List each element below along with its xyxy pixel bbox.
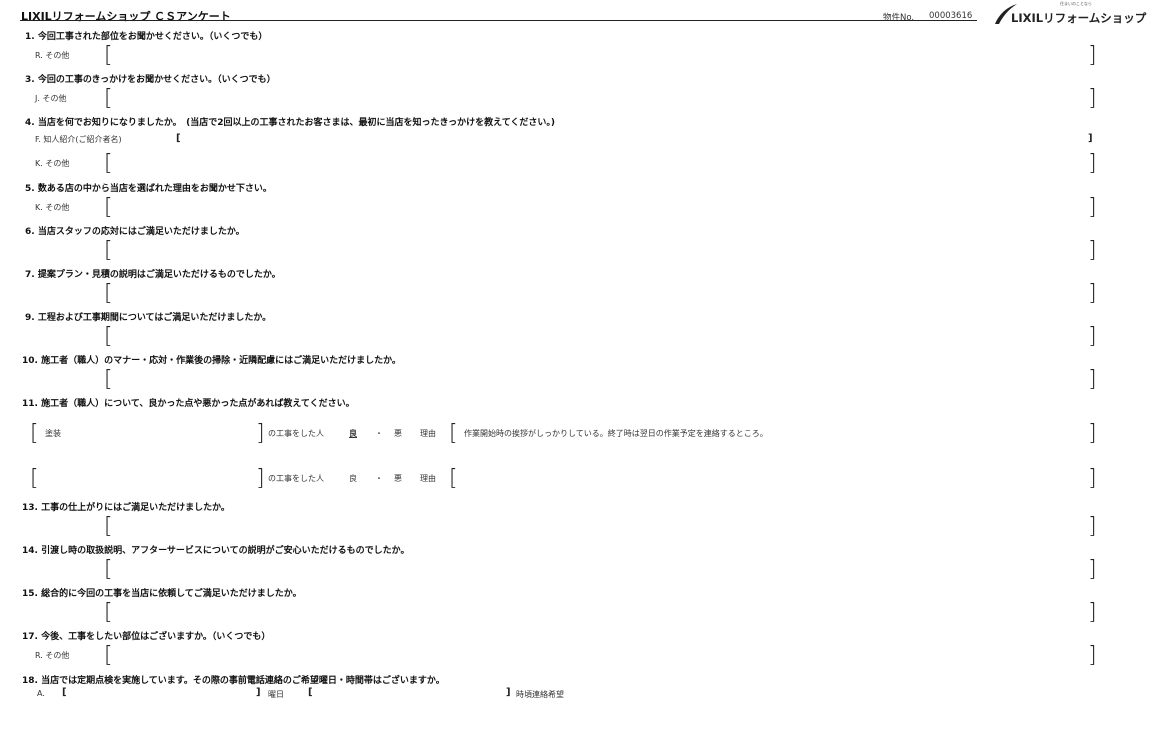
question-7: 7. 提案プラン・見積の説明はご満足いただけるものでしたか。: [25, 270, 281, 280]
bracket-close-small: ]: [1088, 133, 1093, 144]
rating-good-selected: 良: [349, 429, 357, 438]
question-5: 5. 数ある店の中から当店を選ばれた理由をお聞かせ下さい。: [25, 184, 272, 194]
separator-dot: ・: [375, 474, 383, 483]
bracket-open: [: [104, 600, 113, 625]
rating-good: 良: [349, 474, 357, 483]
question-6: 6. 当店スタッフの応対にはご満足いただけましたか。: [25, 227, 245, 237]
bracket-open: [: [104, 43, 113, 68]
bracket-open: [: [30, 466, 39, 491]
bracket-open: [: [30, 421, 39, 446]
bracket-close: ]: [1088, 367, 1097, 392]
bracket-close: ]: [1088, 43, 1097, 68]
bracket-open: [: [104, 557, 113, 582]
bracket-close: ]: [1088, 600, 1097, 625]
survey-title: LIXILリフォームショップ ＣＳアンケート: [21, 10, 231, 23]
bracket-close: ]: [1088, 324, 1097, 349]
bracket-close: ]: [1088, 195, 1097, 220]
bracket-close: ]: [256, 421, 265, 446]
bracket-open: [: [104, 643, 113, 668]
question-10: 10. 施工者（職人）のマナー・応対・作業後の掃除・近隣配慮にはご満足いただけま…: [22, 356, 401, 366]
bracket-open: [: [104, 195, 113, 220]
worker-label-2: の工事をした人: [268, 474, 324, 483]
time-suffix: 時頃連絡希望: [516, 690, 564, 699]
reason-label-2: 理由: [420, 474, 436, 483]
bracket-open: [: [104, 324, 113, 349]
bracket-close: ]: [1088, 86, 1097, 111]
bracket-close: ]: [1088, 514, 1097, 539]
bracket-close: ]: [1088, 238, 1097, 263]
option-other-q5: K. その他: [35, 203, 70, 212]
logo-text: LIXILリフォームショップ: [1011, 11, 1147, 25]
option-a-q18: A.: [37, 689, 45, 698]
bracket-open: [: [449, 466, 458, 491]
option-other-q4: K. その他: [35, 159, 70, 168]
question-9: 9. 工程および工事期間についてはご満足いただけましたか。: [25, 313, 272, 323]
question-3: 3. 今回の工事のきっかけをお聞かせください。（いくつでも）: [25, 75, 276, 85]
bracket-close: ]: [1088, 281, 1097, 306]
trade-name-1: 塗装: [45, 429, 61, 438]
question-11: 11. 施工者（職人）について、良かった点や悪かった点があれば教えてください。: [22, 399, 355, 409]
bracket-close: ]: [1088, 557, 1097, 582]
bracket-open: [: [449, 421, 458, 446]
bracket-open-small: [: [308, 687, 313, 698]
bracket-close: ]: [1088, 466, 1097, 491]
reason-text-1: 作業開始時の挨拶がしっかりしている。終了時は翌日の作業予定を連絡するところ。: [464, 429, 768, 438]
title-underline: [20, 20, 977, 21]
option-other-q3: J. その他: [35, 94, 67, 103]
rating-bad: 悪: [394, 474, 402, 483]
reason-label-1: 理由: [420, 429, 436, 438]
bracket-open: [: [104, 86, 113, 111]
bracket-open-small: [: [176, 133, 181, 144]
bracket-close-small: ]: [506, 687, 511, 698]
weekday-suffix: 曜日: [268, 690, 284, 699]
question-1: 1. 今回工事された部位をお聞かせください。（いくつでも）: [25, 32, 268, 42]
bracket-open: [: [104, 151, 113, 176]
question-14: 14. 引渡し時の取扱説明、アフターサービスについての説明がご安心いただけるもの…: [22, 546, 410, 556]
question-18: 18. 当店では定期点検を実施しています。その際の事前電話連絡のご希望曜日・時間…: [22, 676, 445, 686]
question-17: 17. 今後、工事をしたい部位はございますか。（いくつでも）: [22, 632, 271, 642]
bracket-close-small: ]: [256, 687, 261, 698]
property-number-label: 物件No.: [883, 13, 915, 23]
separator-dot: ・: [375, 429, 383, 438]
bracket-close: ]: [256, 466, 265, 491]
option-referral-q4: F. 知人紹介(ご紹介者名): [35, 135, 122, 144]
bracket-open: [: [104, 514, 113, 539]
bracket-close: ]: [1088, 151, 1097, 176]
bracket-open: [: [104, 238, 113, 263]
bracket-open: [: [104, 367, 113, 392]
question-4: 4. 当店を何でお知りになりましたか。 (当店で2回以上の工事されたお客さまは、…: [25, 118, 556, 128]
bracket-close: ]: [1088, 421, 1097, 446]
bracket-open-small: [: [62, 687, 67, 698]
question-15: 15. 総合的に今回の工事を当店に依頼してご満足いただけましたか。: [22, 589, 302, 599]
question-13: 13. 工事の仕上がりにはご満足いただけましたか。: [22, 503, 230, 513]
option-other-q17: R. その他: [35, 651, 70, 660]
rating-bad: 悪: [394, 429, 402, 438]
bracket-close: ]: [1088, 643, 1097, 668]
bracket-open: [: [104, 281, 113, 306]
worker-label-1: の工事をした人: [268, 429, 324, 438]
option-other-q1: R. その他: [35, 51, 70, 60]
logo-tagline: 住まいのことなら: [1060, 1, 1092, 6]
property-number: 00003616: [929, 11, 973, 21]
